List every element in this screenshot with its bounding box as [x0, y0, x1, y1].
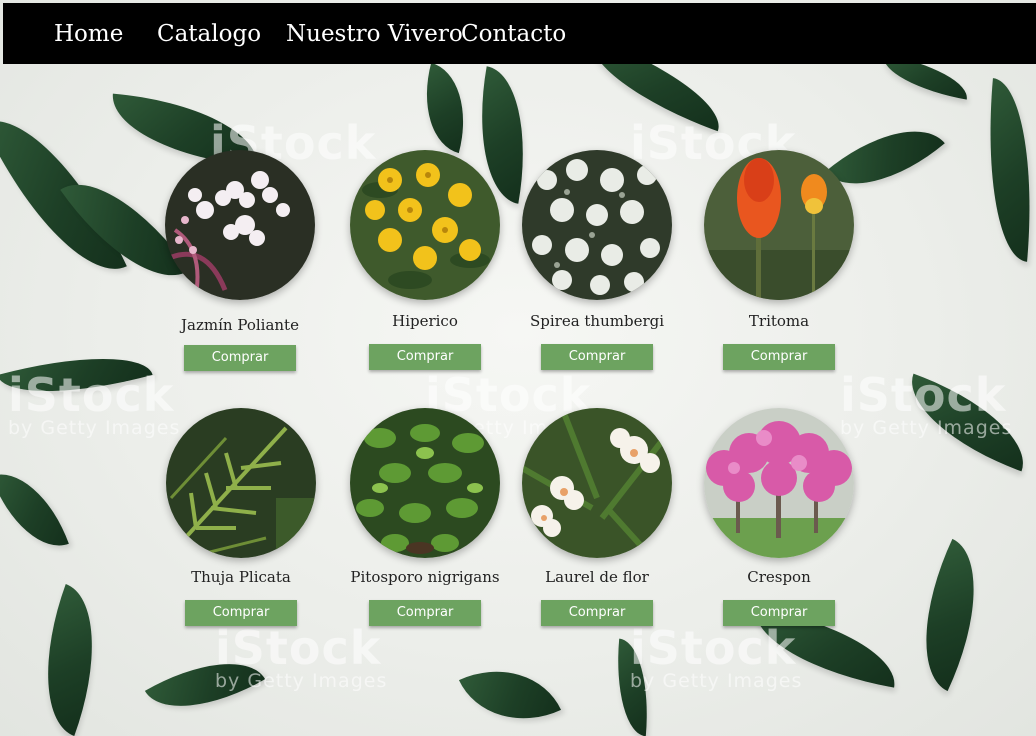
product-name: Jazmín Poliante — [181, 316, 299, 334]
watermark-logo: iStock — [630, 621, 797, 675]
product-image[interactable] — [704, 150, 854, 300]
watermark-sub: by Getty Images — [215, 670, 388, 692]
buy-button[interactable]: Comprar — [723, 600, 835, 626]
product-card: Tritoma Comprar — [689, 150, 869, 370]
pittosporum-shrub-photo — [350, 408, 500, 558]
buy-button[interactable]: Comprar — [369, 344, 481, 370]
buy-button[interactable]: Comprar — [369, 600, 481, 626]
yellow-hypericum-photo — [350, 150, 500, 300]
jasmine-flowers-photo — [165, 150, 315, 300]
leaf-decoration — [977, 78, 1036, 262]
nav-nuestro-vivero-link[interactable]: Nuestro Vivero — [286, 20, 463, 48]
product-name: Crespon — [747, 568, 811, 586]
product-card: Laurel de flor Comprar — [507, 408, 687, 626]
leaf-decoration — [17, 583, 123, 736]
product-image[interactable] — [165, 150, 315, 300]
white-spirea-photo — [522, 150, 672, 300]
nav-home-link[interactable]: Home — [54, 20, 123, 48]
product-name: Spirea thumbergi — [529, 312, 665, 330]
thuja-foliage-photo — [166, 408, 316, 558]
product-card: Thuja Plicata Comprar — [151, 408, 331, 626]
product-name: Hiperico — [392, 312, 458, 330]
product-image[interactable] — [350, 150, 500, 300]
leaf-decoration — [410, 62, 480, 154]
watermark: iStock by Getty Images — [215, 625, 387, 691]
watermark-sub: by Getty Images — [630, 670, 803, 692]
nav-catalogo-link[interactable]: Catalogo — [157, 20, 261, 48]
product-card: Jazmín Poliante Comprar — [150, 150, 330, 371]
product-card: Spirea thumbergi Comprar — [507, 150, 687, 370]
product-card: Crespon Comprar — [689, 408, 869, 626]
leaf-decoration — [0, 459, 69, 561]
buy-button[interactable]: Comprar — [184, 345, 296, 371]
product-name: Tritoma — [748, 312, 810, 330]
watermark: iStock by Getty Images — [630, 625, 802, 691]
buy-button[interactable]: Comprar — [541, 344, 653, 370]
nav-contacto-link[interactable]: Contacto — [461, 20, 566, 48]
buy-button[interactable]: Comprar — [541, 600, 653, 626]
top-navbar: Home Catalogo Nuestro Vivero Contacto — [3, 3, 1036, 64]
product-name: Thuja Plicata — [191, 568, 291, 586]
product-card: Pitosporo nigrigans Comprar — [335, 408, 515, 626]
product-image[interactable] — [704, 408, 854, 558]
crape-myrtle-tree-photo — [704, 408, 854, 558]
product-image[interactable] — [350, 408, 500, 558]
leaf-decoration — [458, 646, 562, 736]
product-name: Pitosporo nigrigans — [350, 568, 500, 586]
product-image[interactable] — [522, 150, 672, 300]
buy-button[interactable]: Comprar — [185, 600, 297, 626]
oleander-flowers-photo — [522, 408, 672, 558]
product-name: Laurel de flor — [545, 568, 649, 586]
watermark-logo: iStock — [215, 621, 382, 675]
product-image[interactable] — [522, 408, 672, 558]
leaf-decoration — [893, 538, 1007, 692]
red-hot-poker-photo — [704, 150, 854, 300]
product-image[interactable] — [166, 408, 316, 558]
product-card: Hiperico Comprar — [335, 150, 515, 370]
buy-button[interactable]: Comprar — [723, 344, 835, 370]
